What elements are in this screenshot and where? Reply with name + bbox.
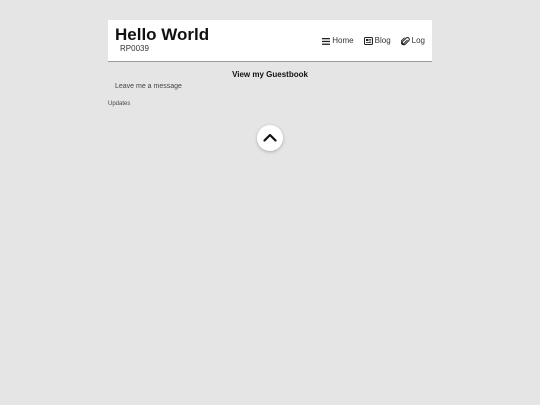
site-subtitle: RP0039 bbox=[120, 44, 149, 53]
nav-home-link[interactable]: Home bbox=[322, 36, 354, 46]
site-title: Hello World bbox=[115, 25, 210, 44]
main-nav: Home Blog Log bbox=[322, 36, 425, 46]
chevron-up-icon bbox=[263, 129, 277, 147]
paperclip-icon bbox=[400, 36, 410, 46]
guestbook-heading: View my Guestbook bbox=[232, 70, 308, 79]
nav-log-link[interactable]: Log bbox=[400, 36, 425, 46]
nav-blog-link[interactable]: Blog bbox=[363, 36, 391, 46]
scroll-to-top-button[interactable] bbox=[257, 125, 283, 151]
updates-label: Updates bbox=[108, 101, 131, 107]
nav-home-label: Home bbox=[332, 36, 354, 45]
leave-message-link[interactable]: Leave me a message bbox=[115, 82, 182, 91]
newspaper-icon bbox=[363, 37, 373, 45]
nav-log-label: Log bbox=[411, 36, 425, 45]
menu-icon bbox=[322, 37, 331, 45]
page: Hello World RP0039 Home Blog Log View my… bbox=[0, 0, 540, 405]
nav-blog-label: Blog bbox=[374, 36, 391, 45]
site-header: Hello World RP0039 Home Blog Log bbox=[108, 20, 432, 62]
